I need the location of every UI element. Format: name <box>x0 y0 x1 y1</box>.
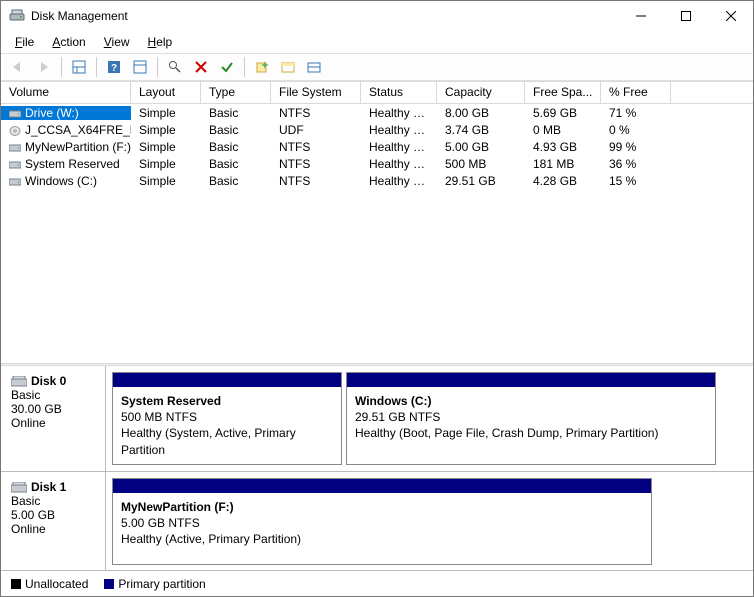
col-filesystem[interactable]: File System <box>271 82 361 103</box>
help-icon[interactable]: ? <box>103 56 125 78</box>
minimize-button[interactable] <box>618 1 663 31</box>
menu-action[interactable]: Action <box>44 33 93 51</box>
volume-row[interactable]: Drive (W:)SimpleBasicNTFSHealthy (A...8.… <box>1 104 753 121</box>
search-icon[interactable] <box>164 56 186 78</box>
app-icon <box>9 8 25 24</box>
col-status[interactable]: Status <box>361 82 437 103</box>
col-freespace[interactable]: Free Spa... <box>525 82 601 103</box>
volume-list-pane[interactable]: Volume Layout Type File System Status Ca… <box>1 82 753 363</box>
maximize-button[interactable] <box>663 1 708 31</box>
menu-help[interactable]: Help <box>140 33 181 51</box>
check-icon[interactable] <box>216 56 238 78</box>
col-capacity[interactable]: Capacity <box>437 82 525 103</box>
col-pctfree[interactable]: % Free <box>601 82 671 103</box>
disk-management-window: Disk Management File Action View Help ? <box>0 0 754 597</box>
legend-swatch-unallocated <box>11 579 21 589</box>
window-title: Disk Management <box>31 9 618 23</box>
close-button[interactable] <box>708 1 753 31</box>
menu-view[interactable]: View <box>96 33 138 51</box>
col-type[interactable]: Type <box>201 82 271 103</box>
content-area: Volume Layout Type File System Status Ca… <box>1 81 753 596</box>
volume-table-header[interactable]: Volume Layout Type File System Status Ca… <box>1 82 753 104</box>
disk-row[interactable]: Disk 0Basic30.00 GBOnlineSystem Reserved… <box>1 366 753 472</box>
view-layout-icon[interactable] <box>68 56 90 78</box>
forward-button[interactable] <box>33 56 55 78</box>
partition[interactable]: System Reserved500 MB NTFSHealthy (Syste… <box>112 372 342 465</box>
svg-text:?: ? <box>111 63 117 74</box>
legend-swatch-primary <box>104 579 114 589</box>
volume-row[interactable]: J_CCSA_X64FRE_E...SimpleBasicUDFHealthy … <box>1 121 753 138</box>
legend-primary: Primary partition <box>118 577 205 591</box>
disk-label[interactable]: Disk 0Basic30.00 GBOnline <box>1 366 106 471</box>
disk-label[interactable]: Disk 1Basic5.00 GBOnline <box>1 472 106 570</box>
disk-partitions: MyNewPartition (F:)5.00 GB NTFSHealthy (… <box>106 472 753 570</box>
menubar: File Action View Help <box>1 31 753 53</box>
partition[interactable]: MyNewPartition (F:)5.00 GB NTFSHealthy (… <box>112 478 652 565</box>
partition[interactable]: Windows (C:)29.51 GB NTFSHealthy (Boot, … <box>346 372 716 465</box>
volume-row[interactable]: MyNewPartition (F:)SimpleBasicNTFSHealth… <box>1 138 753 155</box>
volume-row[interactable]: Windows (C:)SimpleBasicNTFSHealthy (B...… <box>1 172 753 189</box>
back-button[interactable] <box>7 56 29 78</box>
option1-icon[interactable] <box>277 56 299 78</box>
col-volume[interactable]: Volume <box>1 82 131 103</box>
delete-icon[interactable] <box>190 56 212 78</box>
option2-icon[interactable] <box>303 56 325 78</box>
disk-partitions: System Reserved500 MB NTFSHealthy (Syste… <box>106 366 753 471</box>
disk-area[interactable]: Disk 0Basic30.00 GBOnlineSystem Reserved… <box>1 366 753 570</box>
volume-row[interactable]: System ReservedSimpleBasicNTFSHealthy (S… <box>1 155 753 172</box>
volume-rows: Drive (W:)SimpleBasicNTFSHealthy (A...8.… <box>1 104 753 189</box>
col-layout[interactable]: Layout <box>131 82 201 103</box>
menu-file[interactable]: File <box>7 33 42 51</box>
new-icon[interactable] <box>251 56 273 78</box>
toolbar: ? <box>1 53 753 81</box>
disk-map-pane: Disk 0Basic30.00 GBOnlineSystem Reserved… <box>1 366 753 596</box>
legend-unallocated: Unallocated <box>25 577 88 591</box>
settings-icon[interactable] <box>129 56 151 78</box>
titlebar[interactable]: Disk Management <box>1 1 753 31</box>
disk-row[interactable]: Disk 1Basic5.00 GBOnlineMyNewPartition (… <box>1 472 753 570</box>
legend: Unallocated Primary partition <box>1 570 753 596</box>
